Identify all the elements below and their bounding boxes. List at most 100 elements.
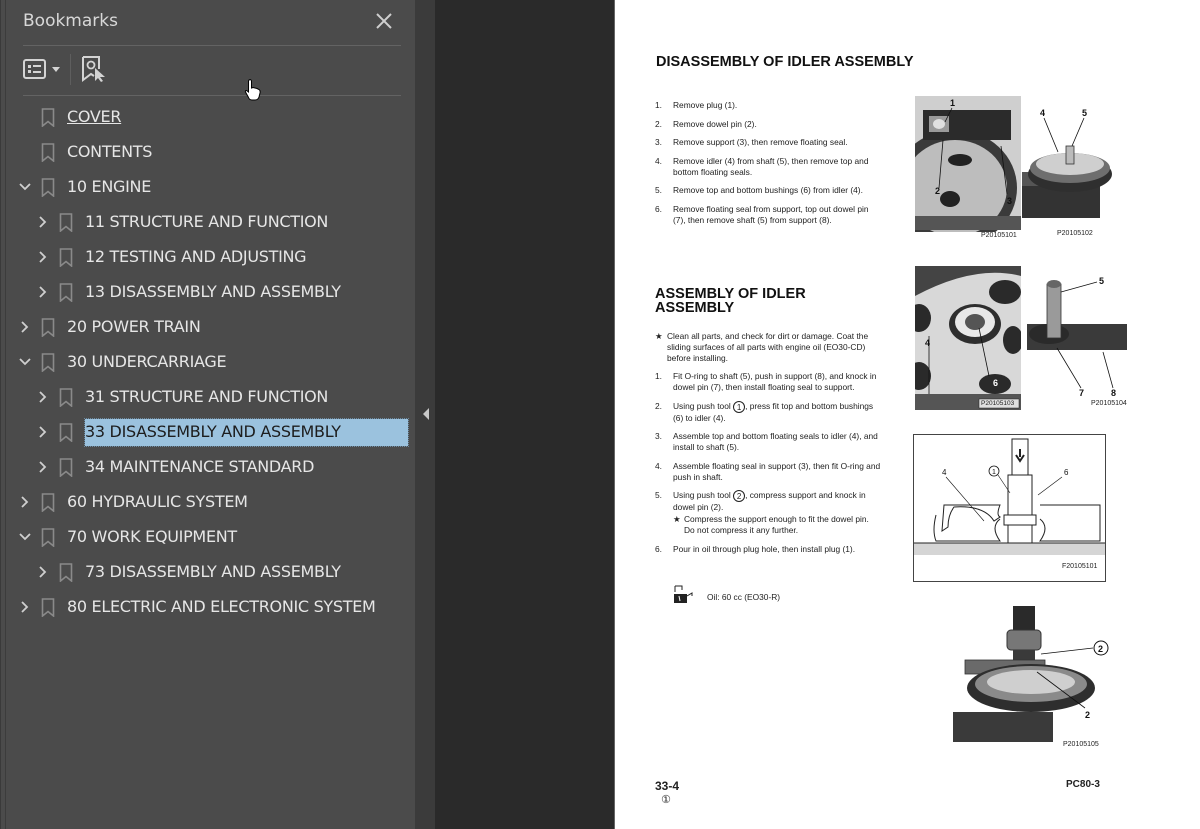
- bookmark-item[interactable]: 33 DISASSEMBLY AND ASSEMBLY: [1, 415, 416, 450]
- svg-text:2: 2: [1098, 644, 1103, 654]
- svg-text:5: 5: [1099, 276, 1104, 286]
- figure-caption: P20105105: [1063, 741, 1099, 748]
- bookmark-item[interactable]: CONTENTS: [1, 135, 416, 170]
- step-item: 3. Assemble top and bottom floating seals…: [655, 431, 881, 453]
- step-number: 1.: [655, 100, 662, 110]
- step-number: 4.: [655, 155, 662, 166]
- svg-text:6: 6: [1064, 468, 1069, 477]
- step-item: 2. Remove dowel pin (2).: [655, 119, 881, 130]
- figure-f20105101: 4 1 6 F20105101: [913, 434, 1106, 582]
- figure-caption: P20105104: [1091, 400, 1127, 407]
- svg-text:2: 2: [1085, 710, 1090, 720]
- chevron-right-icon[interactable]: [36, 460, 50, 474]
- bookmark-icon: [41, 493, 55, 512]
- disassembly-title: DISASSEMBLY OF IDLER ASSEMBLY: [656, 54, 914, 70]
- svg-text:1: 1: [992, 469, 996, 476]
- bookmark-label: 11 STRUCTURE AND FUNCTION: [85, 212, 329, 231]
- bookmark-label: 70 WORK EQUIPMENT: [67, 527, 237, 546]
- bookmark-icon: [59, 563, 73, 582]
- figure-caption: P20105102: [1057, 230, 1093, 237]
- assembly-title: ASSEMBLY OF IDLER ASSEMBLY: [655, 287, 806, 316]
- bookmark-item[interactable]: 20 POWER TRAIN: [1, 310, 416, 345]
- tool-number: 2: [733, 490, 746, 502]
- chevron-right-icon[interactable]: [18, 600, 32, 614]
- bookmark-label: 10 ENGINE: [67, 177, 152, 196]
- bookmark-item[interactable]: 12 TESTING AND ADJUSTING: [1, 240, 416, 275]
- bookmark-item[interactable]: 10 ENGINE: [1, 170, 416, 205]
- bookmark-icon: [59, 388, 73, 407]
- bookmark-item[interactable]: 30 UNDERCARRIAGE: [1, 345, 416, 380]
- step-number: 5.: [655, 185, 662, 195]
- figure-caption: P20105103: [981, 400, 1015, 407]
- collapse-panel-button[interactable]: [422, 407, 430, 426]
- figure-p20105101: 1 2 3 P20105101: [893, 96, 1023, 246]
- bookmark-item[interactable]: COVER: [1, 100, 416, 135]
- bookmark-item[interactable]: 31 STRUCTURE AND FUNCTION: [1, 380, 416, 415]
- revision-mark: ①: [661, 794, 671, 806]
- chevron-right-icon[interactable]: [36, 215, 50, 229]
- sub-note: ★ Compress the support enough to fit the …: [673, 514, 881, 536]
- list-options-icon: [23, 59, 60, 79]
- chevron-right-icon[interactable]: [18, 495, 32, 509]
- bookmarks-panel: Bookmarks COVER CONTENTS 10 ENGINE 11 STRUC…: [0, 0, 415, 829]
- bookmark-item[interactable]: 73 DISASSEMBLY AND ASSEMBLY: [1, 555, 416, 590]
- svg-text:5: 5: [1082, 108, 1087, 118]
- step-text: Assemble floating seal in support (3), t…: [673, 460, 881, 482]
- model-name: PC80-3: [1066, 779, 1100, 790]
- bookmark-label: 12 TESTING AND ADJUSTING: [85, 247, 307, 266]
- step-text: Remove floating seal from support, top o…: [673, 203, 869, 225]
- bookmark-label: CONTENTS: [67, 142, 153, 161]
- step-number: 2.: [655, 400, 662, 411]
- step-text: Fit O-ring to shaft (5), push in support…: [673, 371, 877, 392]
- triangle-left-icon: [423, 408, 429, 420]
- close-panel-button[interactable]: [373, 10, 395, 32]
- bookmark-item[interactable]: 11 STRUCTURE AND FUNCTION: [1, 205, 416, 240]
- chevron-down-icon[interactable]: [18, 355, 32, 369]
- toolbar-divider: [23, 95, 401, 96]
- find-current-bookmark-button[interactable]: [81, 55, 107, 88]
- step-item: 6. Pour in oil through plug hole, then in…: [655, 544, 881, 555]
- bookmark-icon: [41, 528, 55, 547]
- chevron-right-icon[interactable]: [18, 320, 32, 334]
- step-item: 6. Remove floating seal from support, top…: [655, 204, 881, 226]
- bookmark-icon: [59, 423, 73, 442]
- header-divider: [23, 45, 401, 46]
- chevron-right-icon[interactable]: [36, 425, 50, 439]
- step-text: Remove idler (4) from shaft (5), then re…: [673, 155, 869, 177]
- bookmark-icon: [41, 318, 55, 337]
- bookmark-item[interactable]: 80 ELECTRIC AND ELECTRONIC SYSTEM: [1, 590, 416, 625]
- svg-text:7: 7: [1079, 388, 1084, 398]
- chevron-right-icon[interactable]: [36, 285, 50, 299]
- assembly-steps: ★ Clean all parts, and check for dirt or …: [655, 331, 881, 562]
- step-item: 4. Assemble floating seal in support (3),…: [655, 461, 881, 483]
- caret-down-icon: [52, 67, 60, 72]
- chevron-right-icon[interactable]: [36, 250, 50, 264]
- chevron-down-icon[interactable]: [18, 530, 32, 544]
- step-text-pre: Using push tool: [673, 490, 731, 501]
- disassembly-steps: 1. Remove plug (1). 2. Remove dowel pin (2)…: [655, 100, 881, 233]
- step-number: 4.: [655, 460, 662, 471]
- bookmark-item[interactable]: 34 MAINTENANCE STANDARD: [1, 450, 416, 485]
- step-text: Remove plug (1).: [673, 100, 738, 110]
- bookmark-item[interactable]: 13 DISASSEMBLY AND ASSEMBLY: [1, 275, 416, 310]
- step-item: 4. Remove idler (4) from shaft (5), then …: [655, 156, 881, 178]
- bookmark-item[interactable]: 60 HYDRAULIC SYSTEM: [1, 485, 416, 520]
- bookmark-label: 30 UNDERCARRIAGE: [67, 352, 227, 371]
- chevron-right-icon[interactable]: [36, 565, 50, 579]
- step-item: 3. Remove support (3), then remove floati…: [655, 137, 881, 148]
- chevron-right-icon[interactable]: [36, 390, 50, 404]
- step-text-pre: Using push tool: [673, 400, 731, 411]
- chevron-down-icon[interactable]: [18, 180, 32, 194]
- bookmark-item[interactable]: 70 WORK EQUIPMENT: [1, 520, 416, 555]
- pdf-page: DISASSEMBLY OF IDLER ASSEMBLY 1. Remove p…: [614, 0, 1200, 829]
- star-icon: ★: [655, 331, 663, 341]
- panel-title: Bookmarks: [23, 11, 118, 31]
- figure-caption: P20105101: [981, 232, 1017, 239]
- step-number: 6.: [655, 543, 662, 554]
- bookmark-icon: [41, 108, 55, 127]
- options-menu-button[interactable]: [23, 58, 63, 87]
- bookmark-icon: [59, 248, 73, 267]
- bookmark-find-icon: [82, 56, 105, 82]
- note-text: Clean all parts, and check for dirt or d…: [667, 331, 869, 363]
- svg-text:4: 4: [942, 468, 947, 477]
